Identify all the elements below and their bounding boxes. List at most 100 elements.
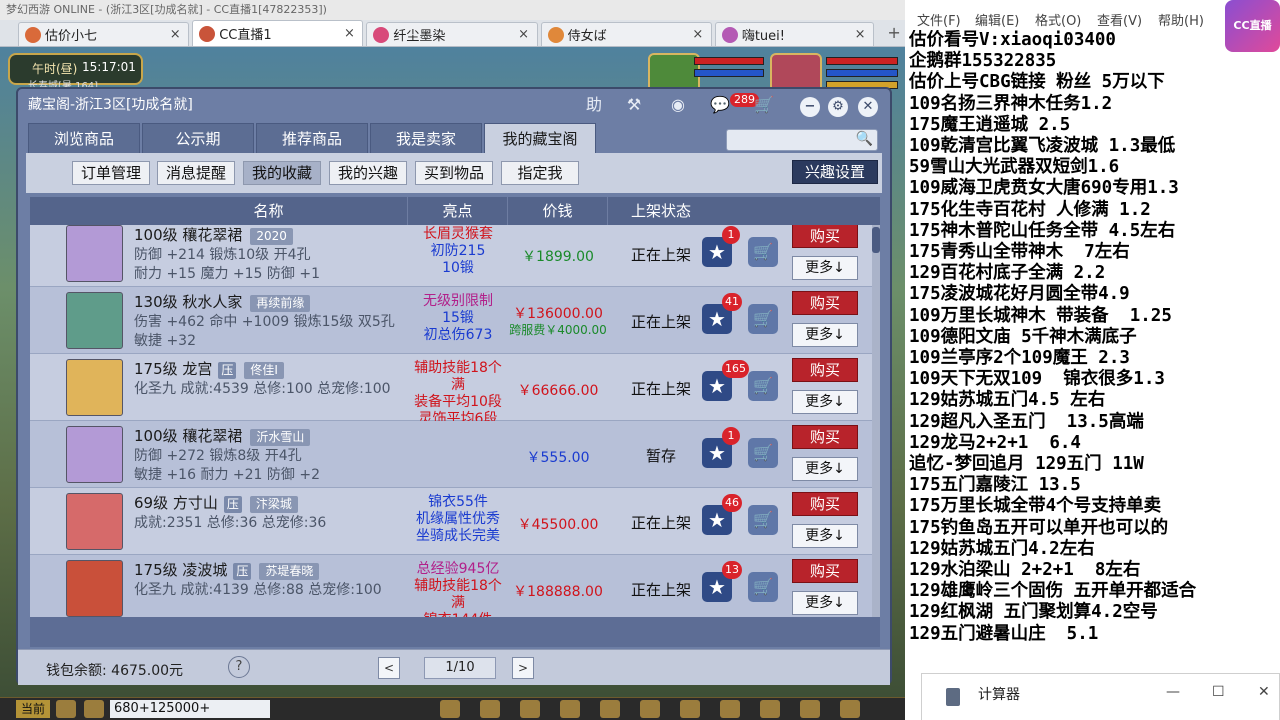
tab-close-icon[interactable]: × — [342, 26, 356, 41]
scrollbar-thumb[interactable] — [872, 227, 880, 253]
my-favorites-button[interactable]: 我的收藏 — [243, 161, 321, 185]
quick-icon-3[interactable] — [520, 700, 540, 718]
mic-icon[interactable] — [56, 700, 76, 718]
cart-icon[interactable]: 🛒 — [748, 505, 778, 535]
quick-icon-9[interactable] — [760, 700, 780, 718]
item-name[interactable]: 175级 凌波城 — [134, 561, 227, 579]
cart-icon[interactable]: 🛒 — [748, 438, 778, 468]
buy-button[interactable]: 购买 — [792, 559, 858, 583]
chat-input[interactable]: 680+125000+ — [110, 700, 270, 718]
cart-icon[interactable]: 🛒 — [748, 371, 778, 401]
search-input[interactable]: 🔍 — [726, 129, 878, 151]
next-page-button[interactable]: > — [512, 657, 534, 679]
tab-recommend[interactable]: 推荐商品 — [256, 123, 368, 153]
menu-view[interactable]: 查看(V) — [1097, 10, 1142, 29]
designated-me-button[interactable]: 指定我 — [501, 161, 579, 185]
item-name[interactable]: 175级 龙宫 — [134, 360, 212, 378]
buy-button[interactable]: 购买 — [792, 291, 858, 315]
quick-icon-7[interactable] — [680, 700, 700, 718]
minimize-button[interactable]: − — [800, 97, 820, 117]
item-icon[interactable] — [66, 493, 123, 550]
quick-icon-5[interactable] — [600, 700, 620, 718]
order-management-button[interactable]: 订单管理 — [72, 161, 150, 185]
table-row[interactable]: 100级 穰花翠裙 沂水雪山 防御 +272 锻炼8级 开4孔 敏捷 +16 耐力 +… — [30, 421, 872, 488]
table-row[interactable]: 175级 凌波城压苏堤春晓 化圣九 成就:4139 总修:88 总宠修:100 总经… — [30, 555, 872, 617]
tab-xianchen[interactable]: 纤尘墨染 × — [366, 22, 538, 46]
item-icon[interactable] — [66, 426, 123, 483]
notepad-text[interactable]: 估价看号V:xiaoqi03400 企鹅群155322835 估价上号CBG链接 粉… — [909, 30, 1280, 645]
menu-format[interactable]: 格式(O) — [1035, 10, 1081, 29]
quick-icon-11[interactable] — [840, 700, 860, 718]
more-button[interactable]: 更多↓ — [792, 591, 858, 615]
tab-my-pavilion[interactable]: 我的藏宝阁 — [484, 123, 596, 153]
hammer-icon[interactable]: ⚒ — [624, 95, 644, 115]
prev-page-button[interactable]: < — [378, 657, 400, 679]
quick-icon-4[interactable] — [560, 700, 580, 718]
tab-shinv[interactable]: 侍女ば × — [540, 22, 712, 46]
table-row[interactable]: 130级 秋水人家 再续前缘 伤害 +462 命中 +1009 锻炼15级 双5孔敏… — [30, 287, 872, 354]
table-row[interactable]: 175级 龙宫压佟佳I 化圣九 成就:4539 总修:100 总宠修:100 辅助技… — [30, 354, 872, 427]
window-titlebar[interactable]: 藏宝阁-浙江3区[功成名就] 助 ⚒ ◉ 💬 289 🛒 − ⚙ ✕ — [18, 89, 890, 121]
buy-button[interactable]: 购买 — [792, 225, 858, 248]
tab-browse[interactable]: 浏览商品 — [28, 123, 140, 153]
tab-close-icon[interactable]: × — [168, 27, 182, 42]
close-button[interactable]: ✕ — [858, 97, 878, 117]
tab-close-icon[interactable]: × — [691, 27, 705, 42]
more-button[interactable]: 更多↓ — [792, 524, 858, 548]
new-tab-button[interactable]: + — [883, 22, 905, 44]
quick-icon-8[interactable] — [720, 700, 740, 718]
calc-maximize-button[interactable]: ☐ — [1212, 684, 1225, 700]
more-button[interactable]: 更多↓ — [792, 256, 858, 280]
bought-items-button[interactable]: 买到物品 — [415, 161, 493, 185]
quick-icon-1[interactable] — [440, 700, 460, 718]
menu-file[interactable]: 文件(F) — [917, 10, 961, 29]
menu-help[interactable]: 帮助(H) — [1158, 10, 1204, 29]
chat-icon[interactable]: 💬 — [710, 95, 730, 115]
menu-edit[interactable]: 编辑(E) — [975, 10, 1019, 29]
more-button[interactable]: 更多↓ — [792, 457, 858, 481]
item-icon[interactable] — [66, 225, 123, 282]
table-row[interactable]: 69级 方寸山压汴梁城 成就:2351 总修:36 总宠修:36 锦衣55件 机缘属性… — [30, 488, 872, 555]
item-icon[interactable] — [66, 292, 123, 349]
cart-icon[interactable]: 🛒 — [748, 572, 778, 602]
quick-icon-2[interactable] — [480, 700, 500, 718]
more-button[interactable]: 更多↓ — [792, 390, 858, 414]
item-name[interactable]: 100级 穰花翠裙 — [134, 226, 242, 244]
help-icon[interactable]: 助 — [584, 95, 604, 115]
cart-icon[interactable]: 🛒 — [748, 237, 778, 267]
tab-guji[interactable]: 估价小七 × — [18, 22, 190, 46]
tab-close-icon[interactable]: × — [853, 27, 867, 42]
settings-button[interactable]: ⚙ — [828, 97, 848, 117]
tab-cc-live[interactable]: CC直播1 × — [192, 20, 364, 46]
cart-icon[interactable]: 🛒 — [754, 95, 774, 115]
item-icon[interactable] — [66, 560, 123, 617]
buy-button[interactable]: 购买 — [792, 492, 858, 516]
message-reminder-button[interactable]: 消息提醒 — [157, 161, 235, 185]
search-icon[interactable]: 🔍 — [856, 131, 873, 147]
tab-seller[interactable]: 我是卖家 — [370, 123, 482, 153]
quick-icon-10[interactable] — [800, 700, 820, 718]
channel-current[interactable]: 当前 — [16, 700, 50, 718]
my-interests-button[interactable]: 我的兴趣 — [329, 161, 407, 185]
table-row[interactable]: 100级 穰花翠裙 2020 防御 +214 锻炼10级 开4孔 耐力 +15 魔力 … — [30, 225, 872, 287]
item-name[interactable]: 69级 方寸山 — [134, 494, 218, 512]
scrollbar[interactable] — [872, 225, 880, 617]
calc-minimize-button[interactable]: — — [1166, 684, 1180, 700]
interest-settings-button[interactable]: 兴趣设置 — [792, 160, 878, 184]
more-button[interactable]: 更多↓ — [792, 323, 858, 347]
item-name[interactable]: 130级 秋水人家 — [134, 293, 242, 311]
help-icon[interactable]: ? — [228, 656, 250, 678]
calculator-window[interactable]: 计算器 — ☐ ✕ — [921, 673, 1280, 720]
item-name[interactable]: 100级 穰花翠裙 — [134, 427, 242, 445]
tab-public[interactable]: 公示期 — [142, 123, 254, 153]
buy-button[interactable]: 购买 — [792, 425, 858, 449]
calc-close-button[interactable]: ✕ — [1258, 684, 1270, 700]
record-icon[interactable]: ◉ — [668, 95, 688, 115]
quick-icon-6[interactable] — [640, 700, 660, 718]
emote-icon[interactable] — [84, 700, 104, 718]
tab-close-icon[interactable]: × — [517, 27, 531, 42]
cart-icon[interactable]: 🛒 — [748, 304, 778, 334]
item-icon[interactable] — [66, 359, 123, 416]
tab-hai[interactable]: 嗨tuei! × — [714, 22, 875, 46]
buy-button[interactable]: 购买 — [792, 358, 858, 382]
